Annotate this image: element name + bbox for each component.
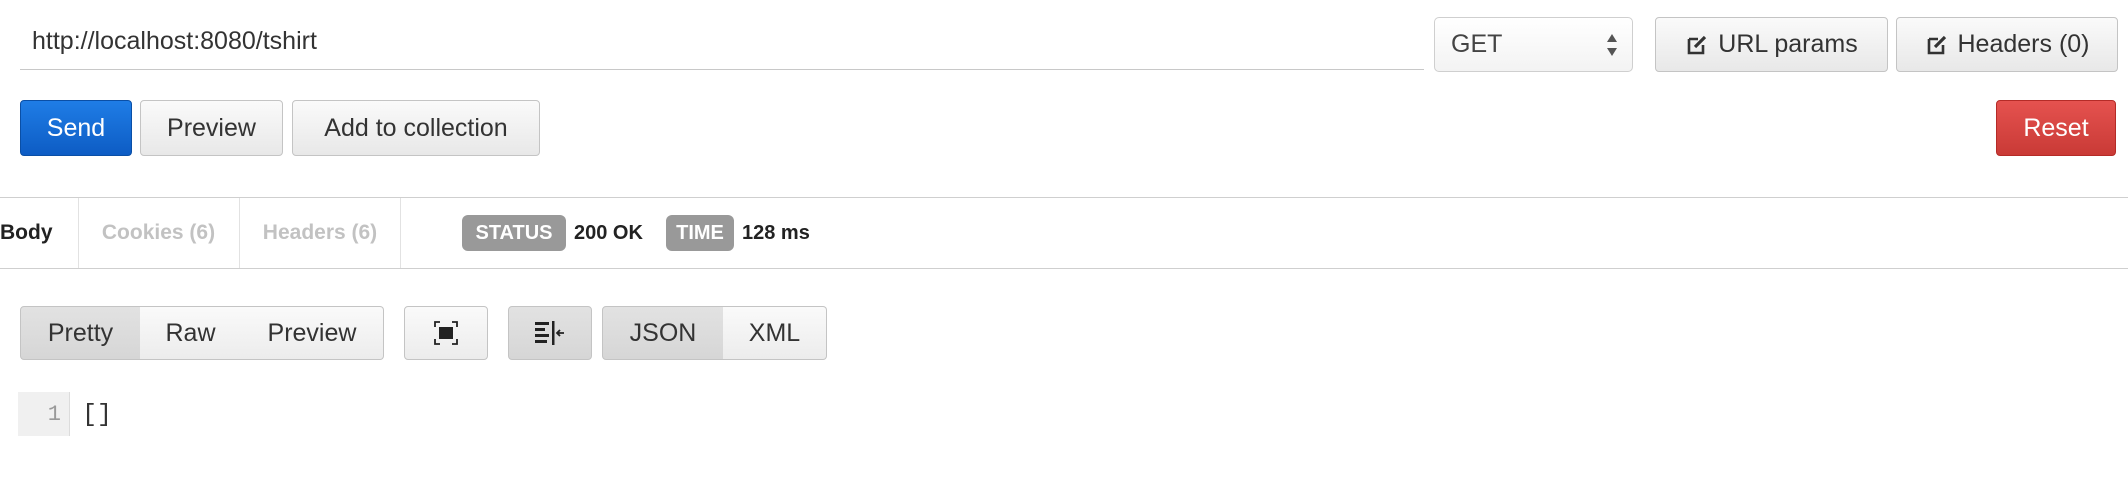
format-xml-button[interactable]: XML xyxy=(723,306,827,360)
updown-arrows-icon xyxy=(1607,34,1617,56)
status-value: 200 OK xyxy=(574,221,643,244)
url-input[interactable] xyxy=(20,14,1424,70)
url-params-button[interactable]: URL params xyxy=(1655,17,1888,72)
view-raw-label: Raw xyxy=(165,318,216,347)
format-json-button[interactable]: JSON xyxy=(602,306,724,360)
request-builder: GET URL params Headers (0) Send Preview … xyxy=(0,0,2128,502)
headers-button[interactable]: Headers (0) xyxy=(1896,17,2118,72)
line-number: 1 xyxy=(18,392,70,436)
edit-icon xyxy=(1687,35,1707,54)
url-params-label: URL params xyxy=(1718,30,1858,58)
view-pretty-button[interactable]: Pretty xyxy=(20,306,141,360)
reset-button[interactable]: Reset xyxy=(1996,100,2116,156)
preview-button[interactable]: Preview xyxy=(140,100,283,156)
send-label: Send xyxy=(46,113,106,142)
view-raw-button[interactable]: Raw xyxy=(140,306,242,360)
add-to-collection-label: Add to collection xyxy=(324,113,508,142)
view-preview-label: Preview xyxy=(267,318,357,347)
time-value: 128 ms xyxy=(742,221,810,244)
tab-headers-label: Headers (6) xyxy=(262,221,378,244)
tab-cookies[interactable]: Cookies (6) xyxy=(78,198,238,268)
reset-label: Reset xyxy=(2023,113,2089,142)
method-select[interactable]: GET xyxy=(1434,17,1633,72)
format-json-label: JSON xyxy=(629,318,697,347)
view-preview-button[interactable]: Preview xyxy=(241,306,384,360)
format-xml-label: XML xyxy=(748,318,801,347)
wrap-lines-button[interactable] xyxy=(508,306,592,360)
time-badge: TIME xyxy=(666,215,734,251)
tab-cookies-label: Cookies (6) xyxy=(101,221,216,244)
add-to-collection-button[interactable]: Add to collection xyxy=(292,100,540,156)
fullscreen-button[interactable] xyxy=(404,306,488,360)
wrap-lines-icon xyxy=(535,321,564,345)
headers-label: Headers (0) xyxy=(1957,30,2090,58)
view-pretty-label: Pretty xyxy=(47,318,114,347)
send-button[interactable]: Send xyxy=(20,100,132,156)
preview-label: Preview xyxy=(167,113,256,142)
status-badge: STATUS xyxy=(462,215,566,251)
tab-body-label: Body xyxy=(0,221,53,244)
fullscreen-icon xyxy=(434,321,458,345)
tab-headers[interactable]: Headers (6) xyxy=(239,198,401,268)
edit-icon xyxy=(1927,35,1946,54)
method-select-value: GET xyxy=(1451,30,1503,58)
code-line: [] xyxy=(82,399,113,429)
tab-body[interactable]: Body xyxy=(0,198,77,268)
divider xyxy=(0,268,2128,269)
